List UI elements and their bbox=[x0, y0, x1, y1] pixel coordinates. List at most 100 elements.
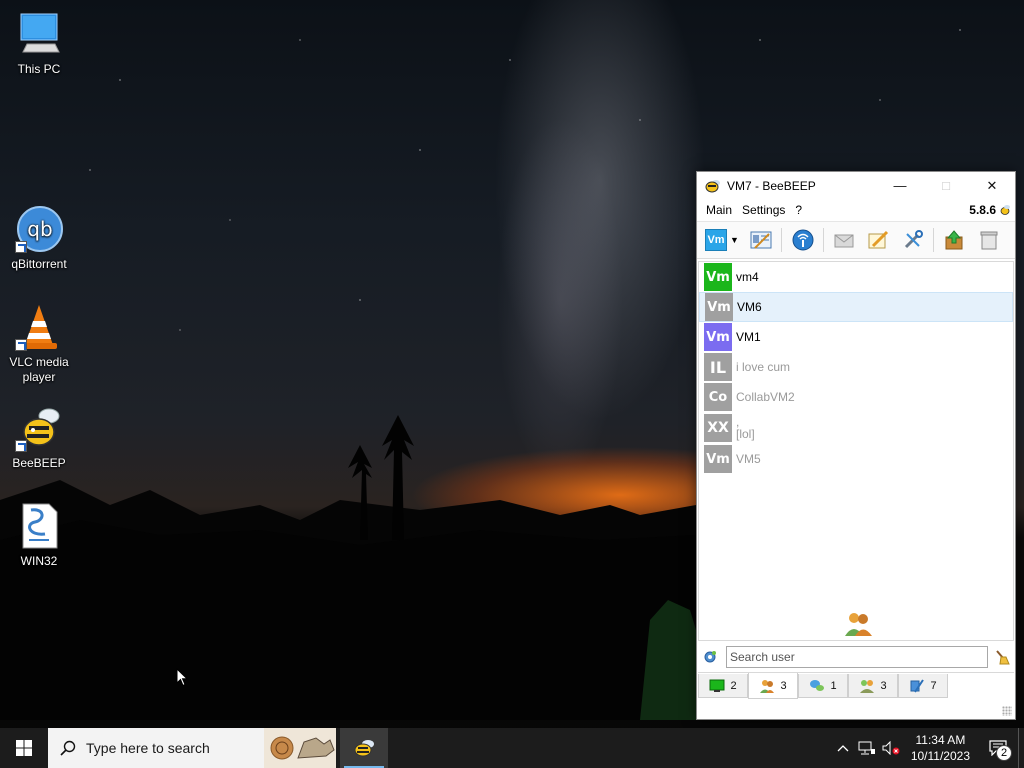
tab-count: 2 bbox=[730, 679, 737, 692]
taskbar-clock[interactable]: 11:34 AM 10/11/2023 bbox=[903, 732, 978, 764]
tab-count: 1 bbox=[830, 679, 837, 692]
desktop-icon-this-pc[interactable]: This PC bbox=[1, 10, 77, 77]
user-name: vm4 bbox=[736, 270, 759, 284]
qbittorrent-icon: qb bbox=[15, 205, 63, 253]
desktop-icon-win32[interactable]: WIN32 bbox=[1, 502, 77, 569]
user-name: , [lol] bbox=[736, 416, 755, 440]
tab-count: 3 bbox=[880, 679, 887, 692]
trash-icon bbox=[980, 231, 998, 250]
chevron-up-icon[interactable] bbox=[831, 728, 855, 768]
computer-icon bbox=[15, 10, 63, 58]
version-label: 5.8.6 bbox=[969, 203, 1011, 217]
users-icon bbox=[760, 679, 775, 693]
user-row-vm1[interactable]: Vm VM1 bbox=[699, 322, 1013, 352]
volume-muted-icon[interactable] bbox=[879, 728, 903, 768]
bee-icon bbox=[1000, 205, 1010, 215]
note-pencil-icon bbox=[868, 230, 889, 249]
taskbar-app-beebeep[interactable] bbox=[340, 728, 388, 768]
user-row-lol[interactable]: XX , [lol] bbox=[699, 412, 1013, 444]
tab-chats[interactable]: 1 bbox=[798, 674, 848, 698]
user-name-line2: [lol] bbox=[736, 427, 755, 441]
minimize-button[interactable]: — bbox=[877, 172, 923, 199]
user-avatar: Vm bbox=[704, 263, 732, 291]
broom-clear-icon[interactable] bbox=[994, 649, 1010, 665]
tab-count: 3 bbox=[780, 679, 787, 692]
message-button[interactable] bbox=[830, 225, 858, 255]
toolbar-separator bbox=[933, 228, 935, 252]
user-avatar: Vm bbox=[705, 293, 733, 321]
search-highlight-image bbox=[264, 728, 336, 768]
network-button[interactable] bbox=[788, 225, 816, 255]
status-avatar-button[interactable]: Vm ▼ bbox=[703, 225, 741, 255]
windows-logo-icon bbox=[16, 740, 32, 756]
show-desktop-button[interactable] bbox=[1018, 728, 1024, 768]
user-name: VM1 bbox=[736, 330, 761, 344]
desktop-icon-label: This PC bbox=[17, 62, 61, 76]
menu-main[interactable]: Main bbox=[701, 203, 737, 217]
menu-settings[interactable]: Settings bbox=[737, 203, 790, 217]
user-name: VM5 bbox=[736, 452, 761, 466]
resize-grip[interactable] bbox=[1002, 706, 1012, 716]
toolbar: Vm ▼ bbox=[697, 221, 1015, 259]
desktop-icon-beebeep[interactable]: BeeBEEP bbox=[1, 404, 77, 471]
desktop-icon-vlc[interactable]: VLC media player bbox=[1, 303, 77, 385]
tools-button[interactable] bbox=[899, 225, 927, 255]
desktop-icon-label: qBittorrent bbox=[11, 257, 67, 271]
user-name: CollabVM2 bbox=[736, 390, 795, 404]
menu-bar: Main Settings ? 5.8.6 bbox=[697, 199, 1015, 221]
desktop-icon-qbittorrent[interactable]: qb qBittorrent bbox=[1, 205, 77, 272]
profile-card-icon bbox=[750, 231, 772, 249]
user-row-vm5[interactable]: Vm VM5 bbox=[699, 444, 1013, 474]
close-button[interactable]: ✕ bbox=[969, 172, 1015, 199]
window-title: VM7 - BeeBEEP bbox=[727, 178, 816, 193]
monitor-icon bbox=[709, 679, 725, 692]
desktop-icon-label: BeeBEEP bbox=[12, 456, 66, 470]
bee-icon bbox=[705, 179, 721, 193]
script-icon bbox=[15, 502, 63, 550]
menu-help[interactable]: ? bbox=[790, 203, 807, 217]
note-button[interactable] bbox=[864, 225, 892, 255]
maximize-button[interactable]: □ bbox=[923, 172, 969, 199]
tab-users[interactable]: 3 bbox=[748, 673, 798, 699]
taskbar: Type here to search 11:34 AM 10/11/2023 bbox=[0, 728, 1024, 768]
tab-groups[interactable]: 3 bbox=[848, 674, 898, 698]
toolbar-separator bbox=[781, 228, 783, 252]
user-name: VM6 bbox=[737, 300, 762, 314]
user-row-collabvm2[interactable]: Co CollabVM2 bbox=[699, 382, 1013, 412]
vlc-icon bbox=[15, 303, 63, 351]
user-row-i-love-cum[interactable]: IL i love cum bbox=[699, 352, 1013, 382]
profile-edit-button[interactable] bbox=[747, 225, 775, 255]
shortcut-arrow-icon bbox=[15, 440, 27, 452]
toolbar-separator bbox=[822, 228, 824, 252]
user-avatar: XX bbox=[704, 414, 732, 442]
clock-time: 11:34 AM bbox=[915, 733, 966, 747]
bee-icon bbox=[15, 404, 63, 452]
search-user-input[interactable] bbox=[726, 646, 988, 668]
tab-computers[interactable]: 2 bbox=[698, 674, 748, 698]
user-list[interactable]: Vm vm4 Vm VM6 Vm VM1 IL i love cum Co Co… bbox=[698, 261, 1014, 641]
taskbar-search-box[interactable]: Type here to search bbox=[48, 728, 336, 768]
svg-text:qb: qb bbox=[27, 217, 52, 241]
trash-button[interactable] bbox=[975, 225, 1003, 255]
user-avatar: IL bbox=[704, 353, 732, 381]
user-avatar: Vm bbox=[704, 323, 732, 351]
download-button[interactable] bbox=[940, 225, 968, 255]
user-search-bar bbox=[698, 643, 1014, 671]
status-bar bbox=[698, 698, 1014, 718]
window-titlebar[interactable]: VM7 - BeeBEEP — □ ✕ bbox=[697, 172, 1015, 199]
taskbar-search-placeholder: Type here to search bbox=[86, 740, 210, 756]
user-row-vm6[interactable]: Vm VM6 bbox=[699, 292, 1013, 322]
user-row-vm4[interactable]: Vm vm4 bbox=[699, 262, 1013, 292]
clock-date: 10/11/2023 bbox=[910, 749, 970, 763]
start-button[interactable] bbox=[0, 728, 48, 768]
users-icon bbox=[845, 613, 872, 636]
action-center-button[interactable]: 2 bbox=[978, 728, 1018, 768]
version-text: 5.8.6 bbox=[969, 203, 996, 217]
tools-icon bbox=[904, 230, 923, 249]
tab-files[interactable]: 7 bbox=[898, 674, 948, 698]
gear-icon[interactable] bbox=[702, 649, 718, 665]
files-icon bbox=[910, 678, 925, 693]
user-avatar: Vm bbox=[704, 445, 732, 473]
network-icon[interactable] bbox=[855, 728, 879, 768]
bee-icon bbox=[354, 740, 374, 757]
